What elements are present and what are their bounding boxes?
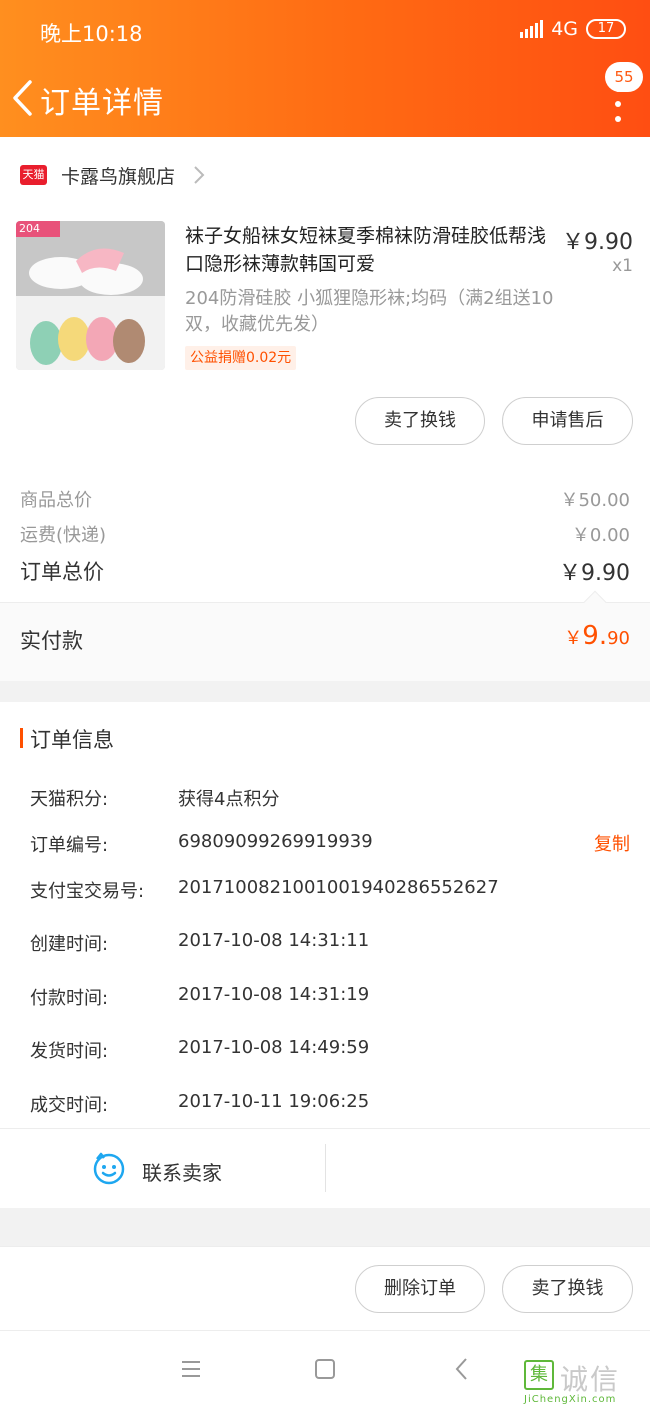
more-icon[interactable]: [610, 86, 626, 122]
contact-seller-button[interactable]: 联系卖家: [142, 1157, 222, 1186]
section-divider-bottom: [0, 1208, 650, 1246]
sell-button-bottom[interactable]: 卖了换钱: [502, 1265, 633, 1313]
info-value-paid: 2017-10-08 14:31:19: [178, 984, 370, 1005]
info-value-order-no: 69809099269919939: [178, 831, 373, 852]
info-value-shipped: 2017-10-08 14:49:59: [178, 1037, 370, 1058]
paid-label: 实付款: [20, 629, 83, 653]
signal-icon: [520, 20, 544, 38]
info-value-created: 2017-10-08 14:31:11: [178, 930, 370, 951]
items-total-label: 商品总价: [20, 490, 92, 511]
sell-button[interactable]: 卖了换钱: [355, 397, 485, 445]
info-label-created: 创建时间:: [30, 934, 109, 955]
info-label-points: 天猫积分:: [30, 789, 109, 810]
shipping-value: ￥0.00: [571, 525, 630, 546]
product-sku: 204防滑硅胶 小狐狸隐形袜;均码（满2组送10双，收藏优先发）: [185, 288, 554, 335]
info-label-paid: 付款时间:: [30, 988, 109, 1009]
product-title[interactable]: 袜子女船袜女短袜夏季棉袜防滑硅胶低帮浅口隐形袜薄款韩国可爱: [185, 222, 555, 278]
charity-badge: 公益捐赠0.02元: [185, 346, 297, 370]
menu-icon[interactable]: [171, 1353, 211, 1385]
product-image-tag: 204: [19, 222, 40, 235]
shipping-label: 运费(快递): [20, 525, 107, 546]
product-price: ￥9.90: [562, 230, 633, 255]
info-value-completed: 2017-10-11 19:06:25: [178, 1091, 370, 1112]
paid-notch: [583, 590, 607, 614]
section-divider: [0, 681, 650, 702]
order-total-value: ￥9.90: [559, 561, 630, 586]
watermark-url: JiChengXin.com: [524, 1394, 617, 1405]
shop-name: 卡露鸟旗舰店: [61, 165, 176, 188]
watermark-logo: 集: [524, 1360, 554, 1390]
section-accent-bar: [20, 728, 23, 748]
info-label-shipped: 发货时间:: [30, 1041, 109, 1062]
battery-icon: 17: [586, 19, 626, 39]
info-value-alipay-no: 2017100821001001940286552627: [178, 877, 499, 898]
info-label-order-no: 订单编号:: [30, 835, 109, 856]
product-image[interactable]: 204: [16, 221, 165, 370]
watermark: 集 诚信 JiChengXin.com: [524, 1358, 644, 1408]
status-time: 晚上10:18: [40, 22, 143, 46]
info-value-points: 获得4点积分: [178, 789, 280, 810]
info-label-completed: 成交时间:: [30, 1095, 109, 1116]
info-label-alipay-no: 支付宝交易号:: [30, 881, 145, 902]
copy-button[interactable]: 复制: [594, 830, 630, 856]
items-total-value: ￥50.00: [560, 490, 630, 511]
contact-seller-row: 联系卖家: [0, 1128, 650, 1208]
vertical-divider: [325, 1144, 326, 1192]
chat-face-icon[interactable]: [92, 1151, 126, 1185]
after-sale-button[interactable]: 申请售后: [502, 397, 633, 445]
delete-order-button[interactable]: 删除订单: [355, 1265, 485, 1313]
back-icon[interactable]: [10, 78, 38, 118]
app-header: 晚上10:18 4G 17 订单详情 55: [0, 0, 650, 137]
paid-amount: ￥9.90: [564, 621, 630, 651]
nav-back-icon[interactable]: [442, 1353, 482, 1385]
network-type: 4G: [551, 18, 578, 40]
order-total-label: 订单总价: [20, 560, 104, 584]
page-title: 订单详情: [40, 86, 164, 121]
product-quantity: x1: [612, 256, 633, 276]
home-icon[interactable]: [305, 1353, 345, 1385]
shop-row[interactable]: 天猫 卡露鸟旗舰店: [0, 152, 650, 198]
paid-section: 实付款 ￥9.90: [0, 590, 650, 681]
order-info-title: 订单信息: [30, 728, 114, 752]
watermark-text: 诚信: [560, 1363, 621, 1396]
status-indicators: 4G 17: [520, 18, 626, 40]
tmall-logo: 天猫: [20, 165, 47, 185]
chevron-right-icon: [194, 166, 205, 184]
